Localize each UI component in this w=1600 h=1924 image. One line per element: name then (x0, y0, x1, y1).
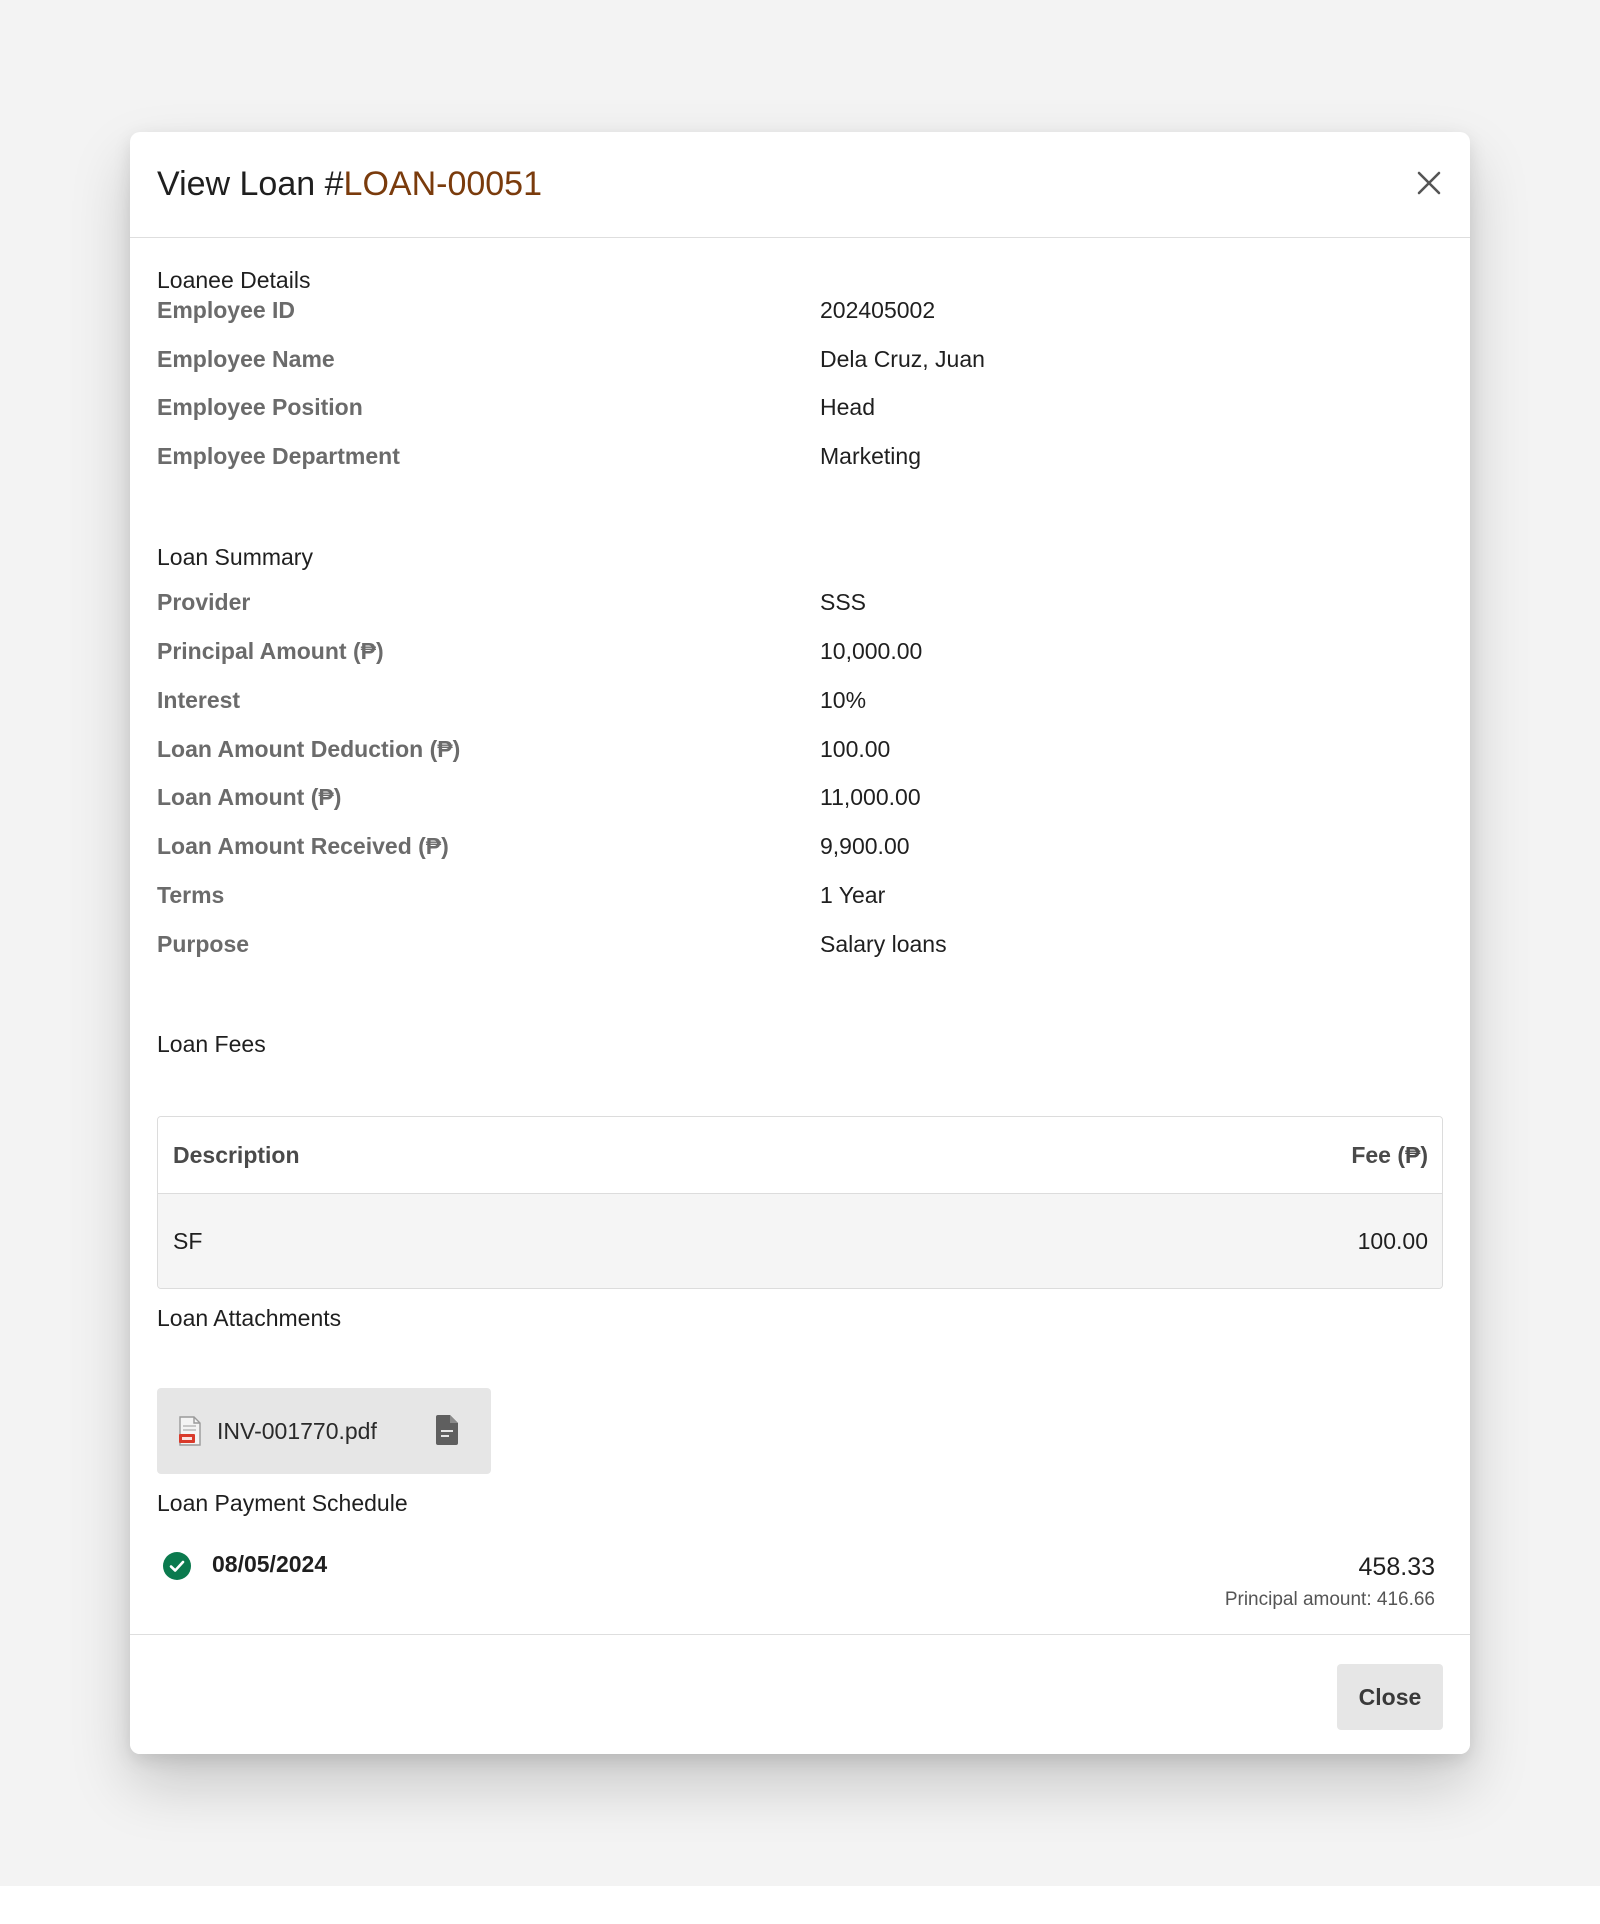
fee-amount-cell: 100.00 (1357, 1228, 1428, 1254)
loan-fees-table: Description Fee (₱) SF 100.00 (157, 1116, 1443, 1289)
modal-header: View Loan #LOAN-00051 (130, 132, 1470, 238)
field-label-employee-name: Employee Name (157, 346, 335, 372)
field-label-employee-position: Employee Position (157, 394, 363, 420)
field-value-employee-position: Head (820, 394, 875, 420)
field-label-principal-amount: Principal Amount (₱) (157, 638, 384, 664)
section-title-payment-schedule: Loan Payment Schedule (157, 1490, 408, 1516)
field-value-purpose: Salary loans (820, 931, 947, 957)
fee-description-cell: SF (173, 1228, 203, 1254)
field-value-loan-amount: 11,000.00 (820, 784, 921, 810)
column-header-fee: Fee (₱) (1351, 1142, 1428, 1168)
section-title-loan-fees: Loan Fees (157, 1031, 266, 1057)
field-label-loan-amount-deduction: Loan Amount Deduction (₱) (157, 736, 461, 762)
section-title-loanee-details: Loanee Details (157, 267, 311, 293)
field-label-employee-id: Employee ID (157, 297, 296, 323)
modal-body: Loanee Details Employee ID 202405002 Emp… (130, 238, 1470, 1634)
close-icon[interactable] (1414, 168, 1444, 198)
attachment-item[interactable]: INV-001770.pdf (157, 1388, 491, 1474)
column-header-description: Description (173, 1142, 300, 1168)
schedule-date: 08/05/2024 (212, 1551, 328, 1577)
modal-title: View Loan #LOAN-00051 (157, 164, 542, 204)
view-loan-modal: View Loan #LOAN-00051 Loanee Details Emp… (130, 132, 1470, 1754)
loan-id: LOAN-00051 (343, 165, 542, 203)
field-label-purpose: Purpose (157, 931, 250, 957)
check-circle-icon (163, 1552, 191, 1580)
field-value-principal-amount: 10,000.00 (820, 638, 923, 664)
attachment-file-name: INV-001770.pdf (217, 1418, 377, 1444)
field-value-employee-department: Marketing (820, 443, 921, 469)
field-value-terms: 1 Year (820, 882, 886, 908)
field-value-employee-name: Dela Cruz, Juan (820, 346, 985, 372)
pdf-file-icon (179, 1416, 201, 1446)
field-label-interest: Interest (157, 687, 241, 713)
field-value-loan-amount-received: 9,900.00 (820, 833, 910, 859)
close-button[interactable]: Close (1337, 1664, 1443, 1730)
field-label-loan-amount-received: Loan Amount Received (₱) (157, 833, 449, 859)
field-label-loan-amount: Loan Amount (₱) (157, 784, 342, 810)
modal-footer: Close (130, 1634, 1470, 1754)
document-icon[interactable] (434, 1414, 460, 1446)
field-value-loan-amount-deduction: 100.00 (820, 736, 891, 762)
field-label-terms: Terms (157, 882, 225, 908)
section-title-loan-summary: Loan Summary (157, 544, 313, 570)
table-row: SF 100.00 (158, 1194, 1442, 1288)
schedule-amount: 458.33 (1358, 1553, 1435, 1581)
schedule-principal-amount: Principal amount: 416.66 (1224, 1589, 1435, 1610)
modal-title-prefix: View Loan # (157, 165, 344, 203)
field-value-provider: SSS (820, 589, 867, 615)
field-value-employee-id: 202405002 (820, 297, 936, 323)
table-header-row: Description Fee (₱) (158, 1117, 1442, 1194)
field-label-employee-department: Employee Department (157, 443, 400, 469)
field-value-interest: 10% (820, 687, 867, 713)
section-title-loan-attachments: Loan Attachments (157, 1305, 342, 1331)
field-label-provider: Provider (157, 589, 251, 615)
